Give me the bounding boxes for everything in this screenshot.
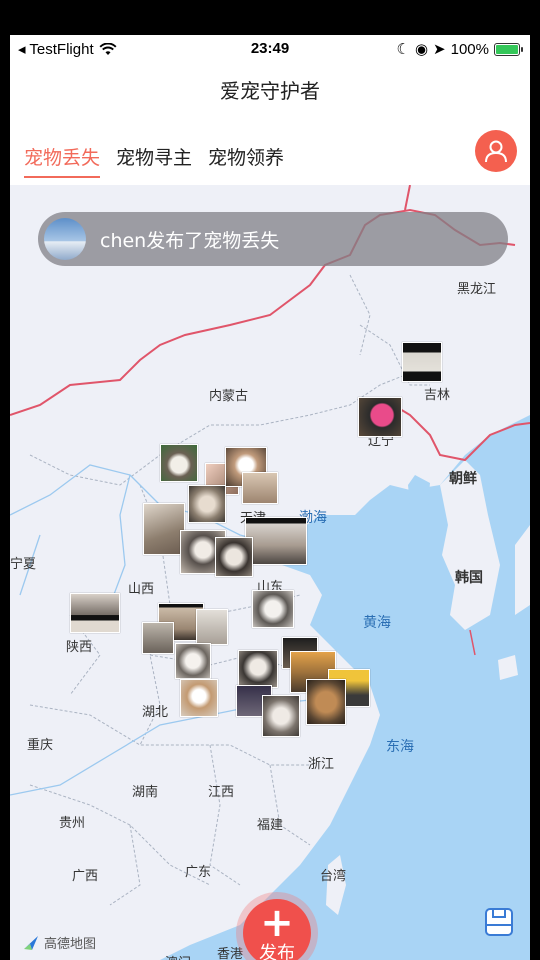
label-shaanxi: 陕西	[66, 640, 93, 655]
user-avatar	[44, 218, 86, 260]
save-icon[interactable]	[484, 907, 514, 937]
status-bar: ◂ TestFlight 23:49 ☾ ◉ ➤ 100%	[10, 35, 530, 63]
pet-marker[interactable]	[242, 472, 278, 504]
pet-marker[interactable]	[402, 342, 442, 382]
label-guizhou: 贵州	[59, 816, 86, 831]
app-screen: ◂ TestFlight 23:49 ☾ ◉ ➤ 100% 爱宠守护者 宠物丢失…	[10, 35, 530, 960]
category-tabs: 宠物丢失 宠物寻主 宠物领养	[24, 143, 284, 178]
pet-marker[interactable]	[142, 622, 174, 654]
publish-button[interactable]: + 发布	[243, 899, 311, 960]
notification-banner[interactable]: chen发布了宠物丢失	[38, 212, 508, 266]
attribution-text: 高德地图	[44, 937, 97, 952]
label-chaoxian: 朝鲜	[449, 471, 477, 487]
tab-adoption[interactable]: 宠物领养	[208, 143, 284, 178]
pet-marker[interactable]	[180, 679, 218, 717]
label-fujian: 福建	[257, 818, 284, 833]
label-aomen: 澳门	[165, 952, 191, 960]
pet-marker[interactable]	[262, 695, 300, 737]
label-guangdong: 广东	[185, 865, 212, 880]
label-jilin: 吉林	[424, 388, 451, 403]
map-attribution: 高德地图	[22, 933, 96, 952]
map-view[interactable]: 黑龙江 吉林 辽宁 内蒙古 朝鲜 韩国 渤海 黄海 东海 宁夏 山西 陕西 山东…	[10, 185, 530, 960]
tab-lost-pets[interactable]: 宠物丢失	[24, 143, 101, 178]
label-neimenggu: 内蒙古	[209, 389, 249, 404]
label-heilongjiang: 黑龙江	[457, 282, 497, 297]
label-huanghai: 黄海	[363, 615, 391, 631]
lock-rotation-icon: ◉	[414, 41, 429, 58]
status-indicators: ☾ ◉ ➤ 100%	[396, 40, 523, 58]
publish-label: 发布	[259, 943, 295, 960]
pet-marker[interactable]	[196, 609, 228, 645]
banner-text: chen发布了宠物丢失	[100, 229, 280, 252]
label-chongqing: 重庆	[27, 738, 54, 753]
location-arrow-icon: ➤	[433, 41, 446, 58]
battery-icon	[494, 42, 523, 56]
pet-marker[interactable]	[143, 503, 185, 555]
moon-icon: ☾	[396, 41, 410, 58]
plus-icon: +	[260, 900, 294, 946]
map-base	[10, 185, 530, 960]
pet-marker[interactable]	[175, 643, 211, 679]
profile-button[interactable]	[475, 130, 517, 172]
label-taiwan: 台湾	[320, 869, 347, 884]
label-hanguo: 韩国	[455, 570, 483, 586]
label-guangxi: 广西	[72, 869, 99, 884]
gaode-logo-icon	[24, 935, 38, 950]
page-title: 爱宠守护者	[220, 79, 320, 103]
label-jiangxi: 江西	[208, 785, 235, 800]
label-hubei: 湖北	[142, 705, 169, 720]
person-icon	[485, 140, 507, 163]
label-hunan: 湖南	[132, 785, 159, 800]
pet-marker[interactable]	[306, 679, 346, 725]
pet-marker[interactable]	[188, 485, 226, 523]
tab-find-owner[interactable]: 宠物寻主	[116, 143, 192, 178]
pet-marker[interactable]	[245, 517, 307, 565]
label-donghai: 东海	[386, 739, 414, 755]
pet-marker[interactable]	[160, 444, 198, 482]
battery-percent: 100%	[450, 40, 489, 58]
pet-marker[interactable]	[215, 537, 253, 577]
pet-marker[interactable]	[70, 593, 120, 633]
label-zhejiang: 浙江	[308, 757, 335, 772]
pet-marker[interactable]	[252, 590, 294, 628]
pet-marker[interactable]	[358, 397, 402, 437]
pet-marker[interactable]	[238, 650, 278, 688]
label-shanxi: 山西	[128, 582, 155, 597]
label-ningxia: 宁夏	[10, 557, 37, 572]
